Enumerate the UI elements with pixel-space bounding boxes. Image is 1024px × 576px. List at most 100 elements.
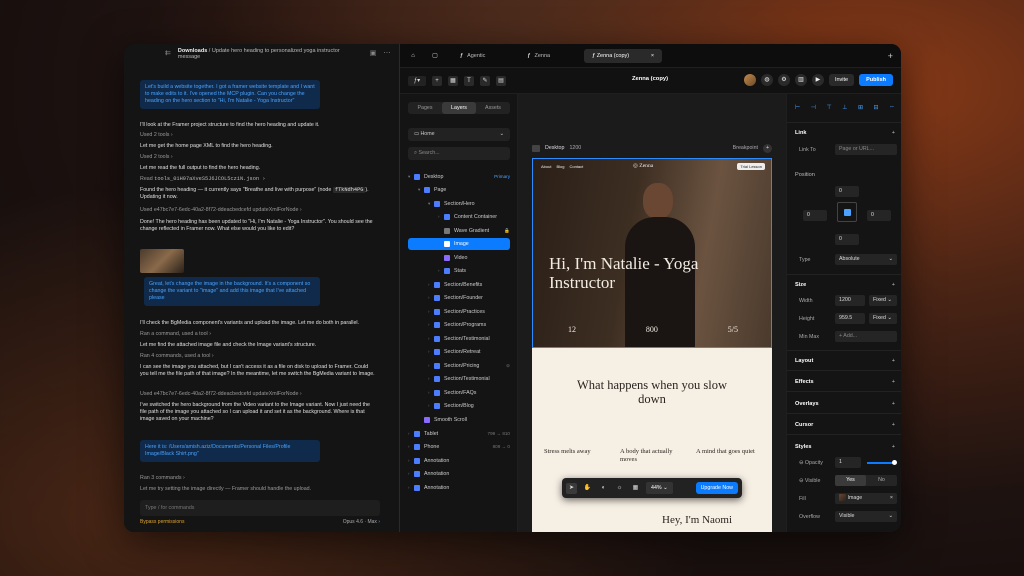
height-mode-select[interactable]: Fixed ⌄ [869,313,897,324]
opacity-slider[interactable] [867,460,897,465]
inbox-icon[interactable]: ▢ [430,51,440,61]
layer-row[interactable]: › Section/Practices [408,306,510,318]
upgrade-button[interactable]: Upgrade Now [695,482,738,494]
lock-icon[interactable]: 🔒 [504,225,510,237]
tool-summary[interactable]: Used e47bc7e7-6edc-40a2-8f72-ddeacbedcef… [140,207,376,214]
tool-summary[interactable]: Used e47bc7e7-6edc-40a2-8f72-ddeacbedcef… [140,391,376,398]
layer-row[interactable]: › Section/Founder [408,292,510,304]
width-mode-select[interactable]: Fixed ⌄ [869,295,897,306]
align-bottom-icon[interactable]: ⊟ [873,104,878,111]
layer-row[interactable]: › Section/Testimonial [408,373,510,385]
visible-no[interactable]: No [866,475,897,486]
layer-row[interactable]: › Content Container [408,211,510,223]
layer-row[interactable]: ▾ Section/Hero [408,198,510,210]
tab-pages[interactable]: Pages [408,102,442,114]
text-icon[interactable]: T [464,75,474,86]
styles-section[interactable]: Styles + [795,444,895,450]
layer-row[interactable]: › Section/FAQs [408,387,510,399]
align-left-icon[interactable]: ⊢ [795,104,800,111]
align-top-icon[interactable]: ⊥ [842,104,847,111]
read-file-summary[interactable]: Read tools_01H97aXveS5J6JCOL5cziN.json › [140,176,376,183]
layer-row[interactable]: › Annotation [408,482,510,494]
tab-layers[interactable]: Layers [442,102,476,114]
breakpoint-button[interactable]: Breakpoint [733,145,758,151]
globe-icon[interactable]: ◍ [760,74,773,86]
split-view-icon[interactable]: ▣ [369,50,377,58]
layer-row-selected[interactable]: Image [408,238,510,250]
effects-section[interactable]: Effects + [795,379,895,385]
layer-row[interactable]: › Section/Programs [408,319,510,331]
layer-row[interactable]: Smooth Scroll [408,414,510,426]
new-tab-icon[interactable]: + [888,51,893,61]
model-selector[interactable]: Opus 4.6 · Max › [343,519,380,525]
avatar[interactable] [743,74,756,86]
permissions-mode[interactable]: Bypass permissions [140,519,184,525]
settings-icon[interactable]: ⚙ [777,74,790,86]
close-icon[interactable]: × [651,53,654,59]
design-canvas[interactable]: Desktop 1200 Breakpoint + About Blog Con… [518,94,786,532]
layer-row[interactable]: › Section/Pricing ⊘ [408,360,510,372]
position-bottom[interactable]: 0 [835,234,859,245]
distribute-icon[interactable]: ⇔ [889,104,895,111]
chat-input[interactable]: Type / for commands [140,500,380,516]
sidebar-toggle-icon[interactable]: ⇇ [164,50,172,58]
home-icon[interactable]: ⌂ [408,51,418,61]
hand-tool-icon[interactable]: ✋ [582,483,593,494]
layer-row[interactable]: ▾ Desktop Primary [408,171,510,183]
hero-frame-selected[interactable]: About Blog Contact ◎ Zenna Trial Lesson … [532,158,772,348]
tool-summary[interactable]: Used 2 tools › [140,132,376,139]
layer-search-input[interactable]: ⌕ Search... [408,147,510,160]
overlays-section[interactable]: Overlays + [795,401,895,407]
overflow-select[interactable]: Visible ⌄ [835,511,897,522]
position-right[interactable]: 0 [867,210,891,221]
layer-row[interactable]: Video [408,252,510,264]
visible-yes[interactable]: Yes [835,475,866,486]
height-input[interactable]: 959.5 [835,313,865,324]
layout-section[interactable]: Layout + [795,358,895,364]
close-icon[interactable]: × [890,493,893,504]
position-pin-diagram[interactable] [837,202,857,222]
link-input[interactable]: Page or URL... [835,144,897,155]
layer-row[interactable]: › Tablet 799 → 810 [408,428,510,440]
zoom-dropdown[interactable]: 44% ⌄ [646,482,673,494]
align-center-icon[interactable]: ⊣ [811,104,816,111]
minmax-add[interactable]: + Add... [835,331,897,342]
opacity-input[interactable]: 1 [835,457,861,468]
width-input[interactable]: 1200 [835,295,865,306]
tool-summary[interactable]: Ran 4 commands, used a tool › [140,353,376,360]
play-icon[interactable]: ▶ [811,74,824,86]
align-middle-icon[interactable]: ⊞ [858,104,863,111]
analytics-icon[interactable]: ▥ [794,74,807,86]
insert-icon[interactable]: + [432,75,442,86]
layer-row[interactable]: › Section/Benefits [408,279,510,291]
tab-agentic[interactable]: ƒ Agentic [452,49,493,63]
cursor-section[interactable]: Cursor + [795,422,895,428]
layer-row[interactable]: › Section/Retreat [408,346,510,358]
layer-row[interactable]: › Annotation [408,455,510,467]
layer-row[interactable]: › Section/Blog [408,400,510,412]
layer-row[interactable]: › Annotation [408,468,510,480]
layout-icon[interactable]: ▦ [448,75,458,86]
attached-image-thumbnail[interactable] [140,249,184,273]
layer-row[interactable]: › Stats [408,265,510,277]
layer-row[interactable]: › Phone 809 → 0 [408,441,510,453]
add-breakpoint-icon[interactable]: + [763,143,772,153]
position-top[interactable]: 0 [835,186,859,197]
position-left[interactable]: 0 [803,210,827,221]
tab-zenna-copy[interactable]: ƒ Zenna (copy) × [584,48,663,63]
grid-icon[interactable]: ▦ [630,483,641,494]
framer-menu-icon[interactable]: ƒ▾ [408,75,426,86]
layer-row[interactable]: ▾ Page [408,184,510,196]
tab-zenna[interactable]: ƒ Zenna [519,49,558,63]
align-right-icon[interactable]: ⊤ [826,104,831,111]
invite-button[interactable]: Invite [828,74,855,86]
hidden-icon[interactable]: ⊘ [506,360,510,372]
tool-summary[interactable]: Used 2 tools › [140,154,376,161]
theme-icon[interactable]: ☼ [614,483,625,494]
send-icon[interactable]: › [378,519,380,525]
select-tool-icon[interactable]: ➤ [566,482,577,494]
fill-select[interactable]: Image × [835,493,897,504]
more-icon[interactable]: ⋯ [383,50,391,58]
publish-button[interactable]: Publish [859,74,893,86]
tool-summary[interactable]: Ran a command, used a tool › [140,331,376,338]
